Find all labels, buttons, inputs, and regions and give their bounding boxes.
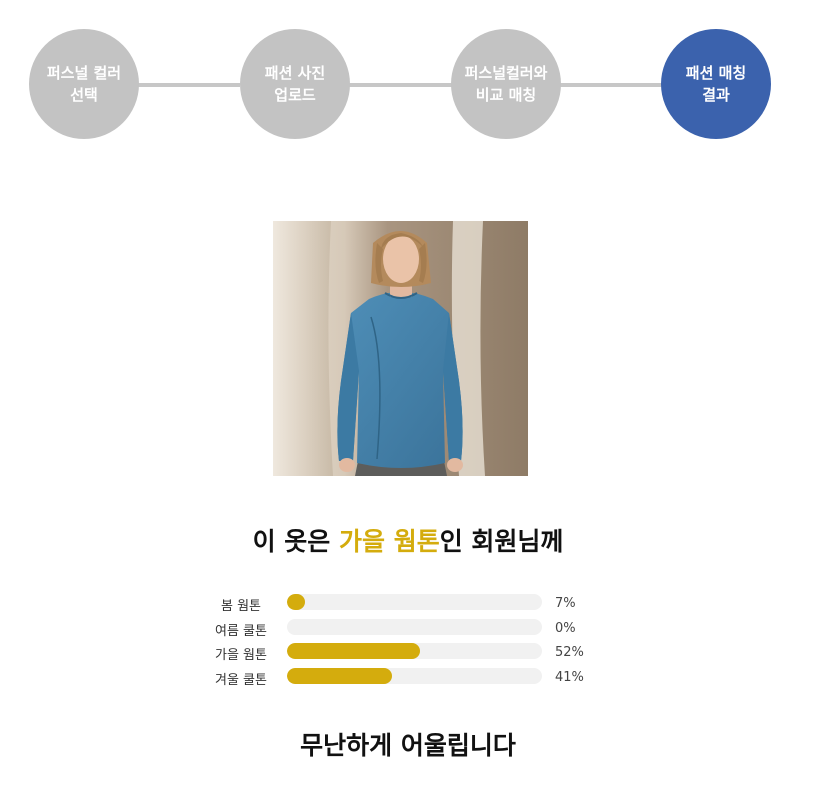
- bar-track: [287, 594, 542, 610]
- step-label-line1: 퍼스널컬러와: [464, 64, 548, 82]
- bar-track: [287, 643, 542, 659]
- bar-fill: [287, 667, 392, 684]
- season-match-bars: 봄 웜톤 7% 여름 쿨톤 0% 가을 웜톤 52% 겨울 쿨톤 41%: [205, 592, 605, 690]
- step-select-personal-color[interactable]: 퍼스널 컬러 선택: [29, 29, 139, 139]
- step-label-line1: 패션 매칭: [685, 64, 747, 82]
- step-label-line2: 업로드: [274, 86, 316, 104]
- bar-row-spring-warm: 봄 웜톤 7%: [205, 592, 605, 617]
- step-label-line2: 비교 매칭: [475, 86, 537, 104]
- bar-percent: 0%: [555, 620, 576, 636]
- bar-track: [287, 618, 542, 635]
- bar-row-summer-cool: 여름 쿨톤 0%: [205, 617, 605, 642]
- bar-percent: 7%: [555, 596, 576, 611]
- headline-suffix: 인 회원님께: [439, 527, 564, 556]
- step-connector: [560, 83, 664, 87]
- step-upload-fashion-photo[interactable]: 패션 사진 업로드: [240, 29, 350, 139]
- bar-row-autumn-warm: 가을 웜톤 52%: [205, 641, 605, 666]
- result-headline: 이 옷은 가을 웜톤인 회원님께: [0, 522, 816, 558]
- headline-prefix: 이 옷은: [252, 527, 339, 556]
- bar-fill: [287, 643, 420, 659]
- step-connector: [348, 83, 452, 87]
- bar-fill: [287, 594, 305, 610]
- bar-label: 가을 웜톤: [215, 648, 267, 663]
- step-connector: [138, 83, 240, 87]
- step-label-line2: 결과: [702, 86, 730, 104]
- step-label-line1: 퍼스널 컬러: [46, 64, 122, 82]
- model-illustration: [273, 221, 528, 476]
- step-compare-matching[interactable]: 퍼스널컬러와 비교 매칭: [451, 29, 561, 139]
- bar-percent: 52%: [555, 645, 584, 660]
- bar-label: 여름 쿨톤: [215, 623, 267, 639]
- headline-season-highlight: 가을 웜톤: [338, 527, 440, 556]
- match-verdict: 무난하게 어울립니다: [300, 731, 516, 760]
- progress-steps: 퍼스널 컬러 선택 패션 사진 업로드 퍼스널컬러와 비교 매칭 패션 매칭 결…: [0, 0, 816, 150]
- bar-track: [287, 667, 542, 684]
- bar-row-winter-cool: 겨울 쿨톤 41%: [205, 666, 605, 691]
- fashion-photo: [273, 221, 528, 476]
- step-label-line2: 선택: [70, 86, 98, 104]
- bar-label: 봄 웜톤: [220, 599, 261, 614]
- step-matching-result[interactable]: 패션 매칭 결과: [661, 29, 771, 139]
- bar-label: 겨울 쿨톤: [215, 672, 267, 688]
- bar-percent: 41%: [555, 669, 584, 685]
- step-label-line1: 패션 사진: [264, 64, 326, 82]
